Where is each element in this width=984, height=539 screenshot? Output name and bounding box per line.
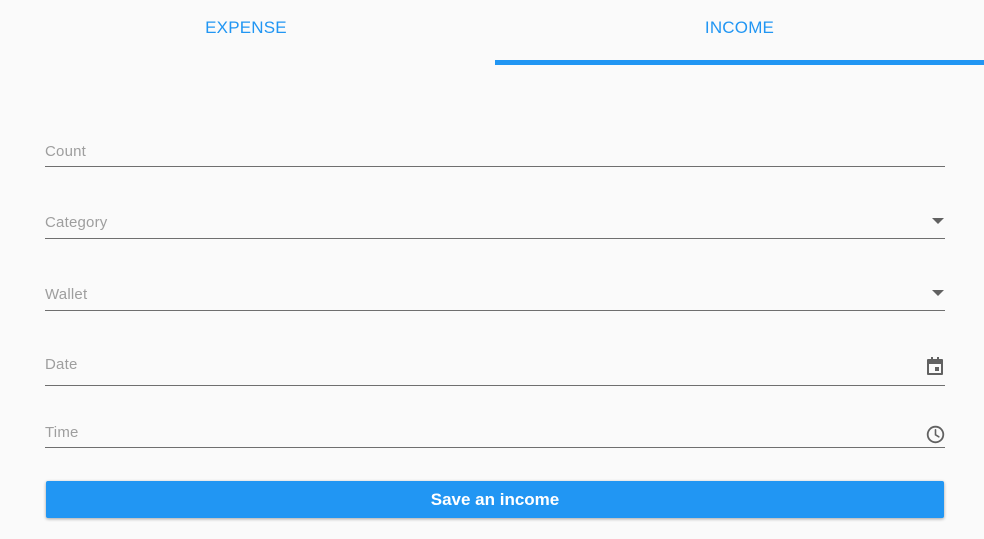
tab-expense[interactable]: EXPENSE (0, 0, 492, 60)
add-transaction-page: EXPENSE INCOME Count Category Wallet Dat… (0, 0, 984, 539)
time-label: Time (45, 424, 79, 441)
date-label: Date (45, 356, 78, 373)
date-field[interactable]: Date (45, 348, 945, 386)
category-select[interactable]: Category (45, 205, 945, 239)
tab-income[interactable]: INCOME (495, 0, 984, 60)
active-tab-indicator (495, 60, 984, 65)
transaction-type-tabs: EXPENSE INCOME (0, 0, 984, 66)
category-label: Category (45, 214, 108, 231)
tab-expense-label: EXPENSE (205, 17, 287, 37)
calendar-icon[interactable] (925, 356, 945, 376)
dropdown-arrow-icon[interactable] (931, 287, 945, 299)
wallet-label: Wallet (45, 286, 88, 303)
dropdown-arrow-icon[interactable] (931, 215, 945, 227)
save-income-button[interactable]: Save an income (46, 481, 944, 518)
count-label: Count (45, 143, 87, 160)
clock-icon[interactable] (925, 424, 945, 444)
time-field[interactable]: Time (45, 415, 945, 448)
wallet-select[interactable]: Wallet (45, 277, 945, 311)
tab-income-label: INCOME (704, 17, 775, 37)
count-field[interactable]: Count (45, 135, 945, 167)
